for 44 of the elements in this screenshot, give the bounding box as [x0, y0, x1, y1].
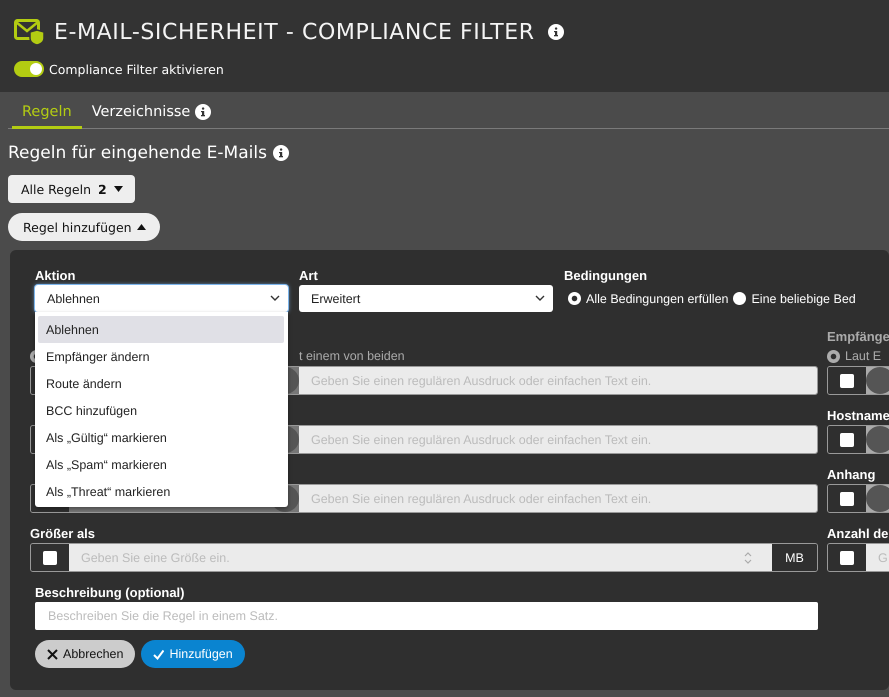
toggle-label: Compliance Filter aktivieren	[49, 62, 224, 76]
radio-label: Alle Bedingungen erfüllen	[586, 292, 728, 306]
menu-option[interactable]: Als „Spam“ markieren	[38, 451, 284, 478]
section-title: Regeln für eingehende E-Mails	[8, 143, 267, 163]
cancel-button[interactable]: Abbrechen	[35, 640, 136, 668]
checkbox[interactable]	[840, 432, 854, 446]
radio-button[interactable]	[568, 292, 581, 305]
type-select[interactable]: Erweitert	[299, 285, 553, 312]
info-icon[interactable]	[272, 145, 289, 161]
shield-mail-icon	[14, 19, 45, 45]
close-icon	[47, 648, 58, 660]
rules-dropdown-button[interactable]: Alle Regeln 2	[8, 175, 135, 203]
radio-label: Eine beliebige Bed	[751, 292, 856, 306]
add-rule-button[interactable]: Regel hinzufügen	[8, 213, 160, 241]
action-select[interactable]: Ablehnen	[35, 285, 288, 312]
info-icon[interactable]	[195, 104, 212, 120]
menu-option[interactable]: BCC hinzufügen	[38, 397, 284, 424]
tab[interactable]: Verzeichnisse	[82, 98, 222, 129]
field-label: Aktion	[35, 267, 76, 285]
checkbox[interactable]	[840, 492, 854, 506]
switch-knob[interactable]	[866, 485, 889, 512]
info-icon[interactable]	[548, 24, 564, 40]
field-label: Anhang	[827, 466, 876, 484]
field-label: Beschreibung (optional)	[35, 584, 186, 602]
chevron-icon	[535, 295, 545, 302]
page-title: E-MAIL-SICHERHEIT - COMPLIANCE FILTER	[54, 20, 535, 44]
add-button[interactable]: Hinzufügen	[141, 640, 245, 668]
menu-option[interactable]: Empfänger ändern	[38, 343, 284, 370]
switch-knob[interactable]	[866, 426, 889, 453]
chevron-icon	[270, 295, 280, 302]
switch-knob[interactable]	[866, 367, 889, 394]
caret-icon	[114, 186, 123, 192]
field-label: Bedingungen	[564, 267, 648, 285]
toggle-switch[interactable]	[14, 61, 44, 77]
tab[interactable]: Regeln	[12, 98, 82, 129]
radio-label: t einem von beiden	[299, 349, 405, 363]
field-label: Empfänge	[827, 328, 889, 346]
field-label: Art	[299, 267, 319, 285]
radio-label: Laut E	[845, 349, 882, 363]
menu-option[interactable]: Ablehnen	[38, 316, 284, 343]
field-label: Größer als	[30, 525, 96, 543]
radio-button[interactable]	[733, 292, 746, 305]
check-icon	[153, 648, 164, 660]
field-label: Anzahl de	[827, 525, 889, 543]
